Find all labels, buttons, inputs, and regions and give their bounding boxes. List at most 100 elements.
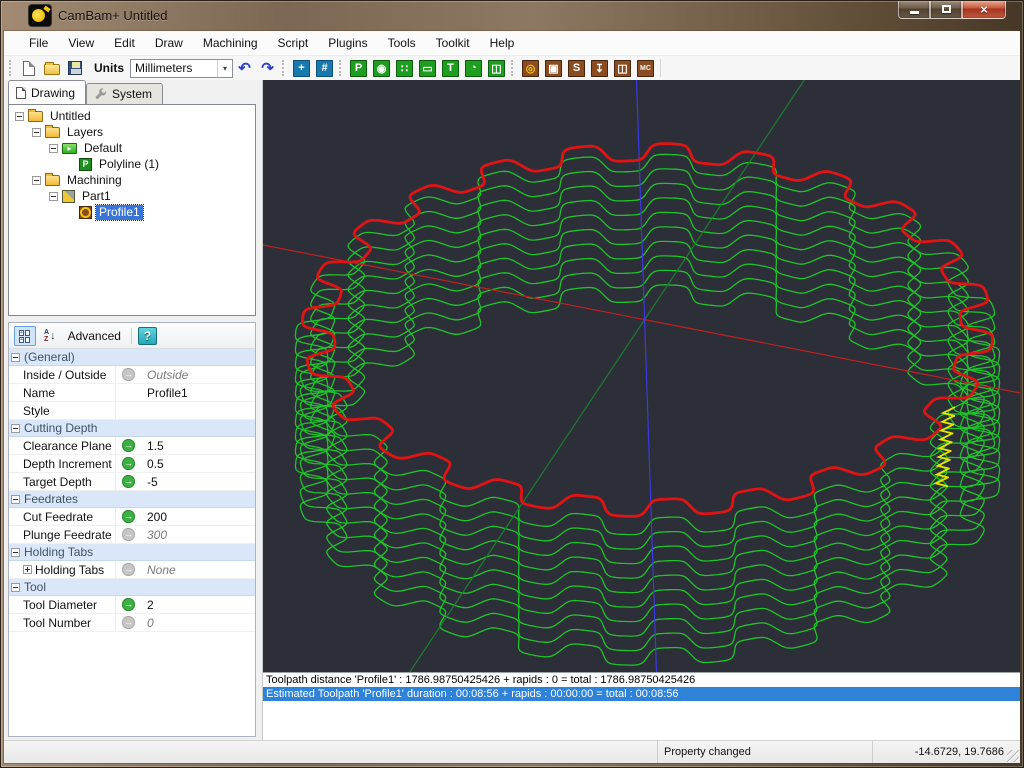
- toolbar-grip[interactable]: [282, 60, 287, 76]
- menu-edit[interactable]: Edit: [104, 31, 145, 55]
- tree-item-label: Polyline (1): [96, 157, 162, 172]
- combo-dropdown-icon[interactable]: ▾: [217, 60, 232, 77]
- menu-file[interactable]: File: [19, 31, 58, 55]
- drill-button[interactable]: ↧: [589, 58, 610, 79]
- tree-item-untitled[interactable]: Untitled: [9, 108, 255, 124]
- engrave-button[interactable]: S: [566, 58, 587, 79]
- menu-help[interactable]: Help: [480, 31, 525, 55]
- toolbar-grip[interactable]: [339, 60, 344, 76]
- tree-item-default[interactable]: ▸Default: [9, 140, 255, 156]
- close-button[interactable]: ×: [962, 0, 1006, 19]
- polyline-button[interactable]: P: [348, 58, 369, 79]
- prop-value[interactable]: 200: [141, 510, 255, 524]
- prop-row-tool-number[interactable]: Tool Number→0: [9, 614, 255, 632]
- categorized-view-button[interactable]: ++: [14, 326, 36, 346]
- log-line[interactable]: Toolpath distance 'Profile1' : 1786.9875…: [263, 673, 1020, 687]
- menu-draw[interactable]: Draw: [145, 31, 193, 55]
- tree-item-part1[interactable]: Part1: [9, 188, 255, 204]
- tree-expander[interactable]: [15, 112, 24, 121]
- titlebar[interactable]: CamBam+ Untitled ×: [0, 0, 1024, 31]
- viewport-3d[interactable]: [263, 80, 1020, 672]
- prop-value[interactable]: 0.5: [141, 457, 255, 471]
- prop-value[interactable]: Profile1: [141, 386, 255, 400]
- minimize-button[interactable]: [898, 0, 930, 19]
- prop-group-feedrates[interactable]: Feedrates: [9, 491, 255, 508]
- maximize-button[interactable]: [930, 0, 962, 19]
- tree-expander[interactable]: [49, 192, 58, 201]
- tree-item-machining[interactable]: Machining: [9, 172, 255, 188]
- alphabetical-sort-button[interactable]: AZ ↓: [42, 326, 58, 346]
- prop-expand-icon[interactable]: [23, 565, 32, 574]
- prop-value[interactable]: Outside: [141, 368, 255, 382]
- surface-button[interactable]: ◫: [486, 58, 507, 79]
- group-collapse-icon[interactable]: [11, 548, 20, 557]
- help-button[interactable]: ?: [138, 327, 157, 345]
- group-collapse-icon[interactable]: [11, 583, 20, 592]
- tree-expander[interactable]: [32, 176, 41, 185]
- new-file-button[interactable]: [18, 58, 39, 79]
- menu-machining[interactable]: Machining: [193, 31, 268, 55]
- prop-row-style[interactable]: Style: [9, 402, 255, 420]
- grid-button[interactable]: #: [314, 58, 335, 79]
- group-collapse-icon[interactable]: [11, 353, 20, 362]
- prop-row-depth-increment[interactable]: Depth Increment→0.5: [9, 455, 255, 473]
- arc-button[interactable]: ◔: [463, 58, 484, 79]
- tree-item-layers[interactable]: Layers: [9, 124, 255, 140]
- gray-arrow-icon: →: [122, 528, 135, 541]
- gray-arrow-icon: →: [122, 616, 135, 629]
- group-collapse-icon[interactable]: [11, 424, 20, 433]
- text-button[interactable]: T: [440, 58, 461, 79]
- menu-script[interactable]: Script: [268, 31, 319, 55]
- tab-drawing[interactable]: Drawing: [8, 80, 86, 104]
- resize-grip[interactable]: [1007, 750, 1019, 762]
- undo-button[interactable]: ↶: [234, 58, 255, 79]
- prop-value[interactable]: 2: [141, 598, 255, 612]
- open-file-button[interactable]: [41, 58, 62, 79]
- points-button[interactable]: ∷: [394, 58, 415, 79]
- prop-value[interactable]: None: [141, 563, 255, 577]
- group-collapse-icon[interactable]: [11, 495, 20, 504]
- prop-row-name[interactable]: NameProfile1: [9, 384, 255, 402]
- prop-group--general-[interactable]: (General): [9, 349, 255, 366]
- prop-row-clearance-plane[interactable]: Clearance Plane→1.5: [9, 437, 255, 455]
- tree-expander[interactable]: [32, 128, 41, 137]
- circle-button[interactable]: ◉: [371, 58, 392, 79]
- save-button[interactable]: [64, 58, 85, 79]
- point-snap-button[interactable]: +: [291, 58, 312, 79]
- prop-value[interactable]: 0: [141, 616, 255, 630]
- gcode-icon: MC: [637, 60, 654, 77]
- tree-item-profile1[interactable]: Profile1: [9, 204, 255, 220]
- prop-group-holding-tabs[interactable]: Holding Tabs: [9, 544, 255, 561]
- pocket-button[interactable]: ▣: [543, 58, 564, 79]
- prop-value[interactable]: 300: [141, 528, 255, 542]
- advanced-button[interactable]: Advanced: [64, 329, 125, 343]
- tree-expander[interactable]: [49, 144, 58, 153]
- menu-toolkit[interactable]: Toolkit: [426, 31, 480, 55]
- gcode-button[interactable]: MC: [635, 58, 656, 79]
- prop-row-tool-diameter[interactable]: Tool Diameter→2: [9, 596, 255, 614]
- log-line[interactable]: Estimated Toolpath 'Profile1' duration :…: [263, 687, 1020, 701]
- toolbar-separator: [660, 59, 661, 77]
- toolbar-grip[interactable]: [511, 60, 516, 76]
- prop-row-target-depth[interactable]: Target Depth→-5: [9, 473, 255, 491]
- menu-tools[interactable]: Tools: [378, 31, 426, 55]
- menu-view[interactable]: View: [58, 31, 104, 55]
- redo-button[interactable]: ↷: [257, 58, 278, 79]
- prop-group-cutting-depth[interactable]: Cutting Depth: [9, 420, 255, 437]
- menu-plugins[interactable]: Plugins: [318, 31, 377, 55]
- tree-item-polyline-1-[interactable]: P Polyline (1): [9, 156, 255, 172]
- toolbar-grip[interactable]: [9, 60, 14, 76]
- polyline-icon: P: [79, 158, 92, 171]
- prop-row-cut-feedrate[interactable]: Cut Feedrate→200: [9, 508, 255, 526]
- prop-value[interactable]: 1.5: [141, 439, 255, 453]
- prop-value[interactable]: -5: [141, 475, 255, 489]
- prop-row-plunge-feedrate[interactable]: Plunge Feedrate→300: [9, 526, 255, 544]
- lathe-button[interactable]: ◫: [612, 58, 633, 79]
- profile-button[interactable]: ◎: [520, 58, 541, 79]
- units-combobox[interactable]: Millimeters ▾: [130, 59, 233, 78]
- rectangle-button[interactable]: ▭: [417, 58, 438, 79]
- prop-group-tool[interactable]: Tool: [9, 579, 255, 596]
- tab-system[interactable]: System: [86, 83, 163, 104]
- prop-row-inside-outside[interactable]: Inside / Outside→Outside: [9, 366, 255, 384]
- prop-row-holding-tabs[interactable]: Holding Tabs→None: [9, 561, 255, 579]
